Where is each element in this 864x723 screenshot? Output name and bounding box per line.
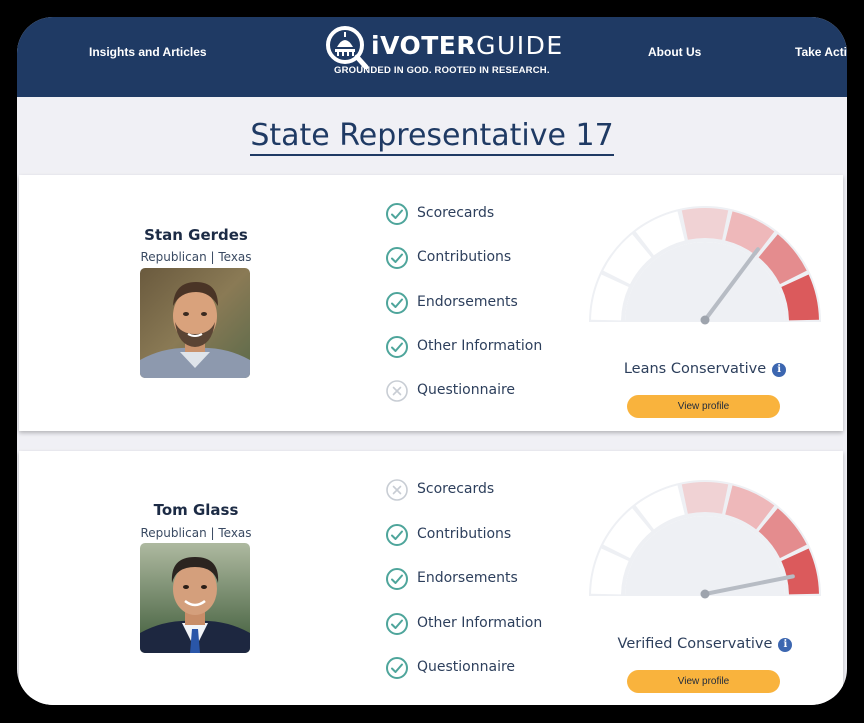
browser-viewport: Insights and Articles iVOTERGUIDE GROUND… <box>17 17 847 705</box>
checklist-item-scorecards[interactable]: Scorecards <box>385 202 585 226</box>
check-circle-icon <box>386 524 408 546</box>
checklist-item-other-information[interactable]: Other Information <box>385 335 585 359</box>
page-title: State Representative 17 <box>17 118 847 156</box>
checklist-item-questionnaire[interactable]: Questionnaire <box>385 656 585 680</box>
rating-label: Verified Conservative i <box>585 636 825 652</box>
view-profile-button[interactable]: View profile <box>627 395 780 418</box>
check-circle-icon <box>386 292 408 314</box>
capitol-logo-icon <box>326 26 369 69</box>
x-circle-icon <box>386 380 408 402</box>
checklist-item-other-information[interactable]: Other Information <box>385 612 585 636</box>
gauge-hub <box>700 589 710 599</box>
rating-label: Leans Conservative i <box>585 361 825 377</box>
check-circle-icon <box>386 336 408 358</box>
checklist-item-endorsements[interactable]: Endorsements <box>385 567 585 591</box>
conservative-rating-gauge <box>589 480 821 599</box>
nav-take-action-link[interactable]: Take Action <box>795 45 847 59</box>
candidate-name[interactable]: Stan Gerdes <box>103 226 289 244</box>
x-circle-icon <box>386 479 408 501</box>
info-icon[interactable]: i <box>772 363 787 377</box>
candidate-name[interactable]: Tom Glass <box>103 501 289 519</box>
logo-wordmark: iVOTERGUIDE <box>371 31 564 60</box>
info-icon[interactable]: i <box>778 638 793 652</box>
checklist-item-contributions[interactable]: Contributions <box>385 246 585 270</box>
check-circle-icon <box>386 247 408 269</box>
candidate-card: Stan Gerdes Republican | Texas Scorecard… <box>19 175 843 431</box>
ivoterguide-logo[interactable]: iVOTERGUIDE GROUNDED IN GOD. ROOTED IN R… <box>323 23 562 89</box>
conservative-rating-gauge <box>589 206 821 325</box>
site-header: Insights and Articles iVOTERGUIDE GROUND… <box>17 17 847 97</box>
checklist-item-contributions[interactable]: Contributions <box>385 523 585 547</box>
candidate-photo[interactable] <box>140 543 250 653</box>
gauge-hub <box>700 315 710 325</box>
candidate-photo[interactable] <box>140 268 250 378</box>
check-circle-icon <box>386 203 408 225</box>
check-circle-icon <box>386 613 408 635</box>
gauge-segment <box>681 482 729 514</box>
view-profile-button[interactable]: View profile <box>627 670 780 693</box>
logo-tagline: GROUNDED IN GOD. ROOTED IN RESEARCH. <box>334 65 550 76</box>
checklist-item-endorsements[interactable]: Endorsements <box>385 291 585 315</box>
candidate-party: Republican | Texas <box>140 526 252 540</box>
gauge-segment <box>681 208 729 240</box>
check-circle-icon <box>386 657 408 679</box>
nav-insights-link[interactable]: Insights and Articles <box>89 45 207 59</box>
candidate-card: Tom Glass Republican | Texas Scorecards … <box>19 451 843 705</box>
candidate-party: Republican | Texas <box>140 250 252 264</box>
checklist-item-questionnaire[interactable]: Questionnaire <box>385 379 585 403</box>
check-circle-icon <box>386 568 408 590</box>
nav-about-link[interactable]: About Us <box>648 45 701 59</box>
checklist-item-scorecards[interactable]: Scorecards <box>385 478 585 502</box>
